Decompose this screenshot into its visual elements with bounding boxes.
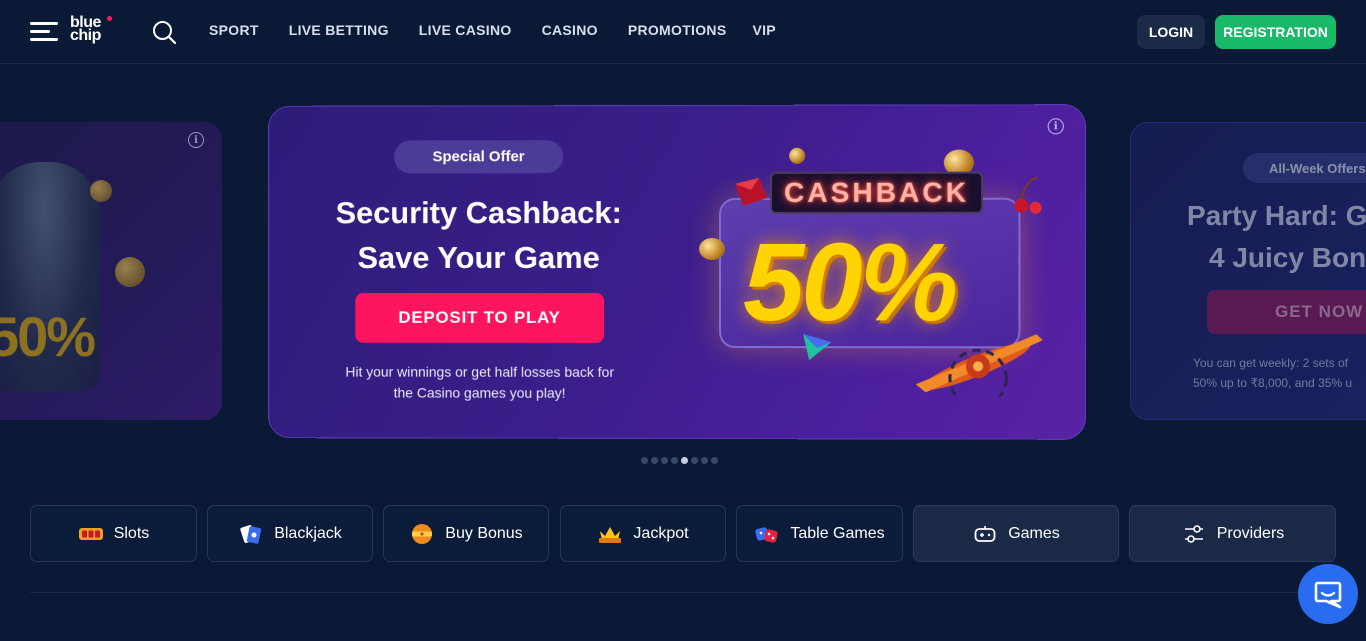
gem-icon [734,177,767,206]
coin-decoration [789,147,806,164]
coin-decoration [699,237,726,260]
registration-button[interactable]: REGISTRATION [1215,15,1336,49]
carousel-slide-next[interactable]: All-Week Offers Party Hard: G 4 Juicy Bo… [1130,122,1366,420]
cashback-percent: 50% [743,220,956,345]
info-icon[interactable]: i [188,132,204,148]
slide-title: Security Cashback: Save Your Game [309,190,649,280]
cherry-icon [1014,174,1042,214]
carousel-dot[interactable] [711,457,718,464]
category-label: Blackjack [274,524,342,542]
bluechip-logo[interactable]: blue chip [70,15,114,50]
dice-icon [754,521,780,547]
sliders-icon [1181,521,1207,547]
category-table-games[interactable]: Table Games [736,505,903,562]
carousel-dot[interactable] [701,457,708,464]
blackjack-cards-icon [238,521,264,547]
category-blackjack[interactable]: Blackjack [207,505,373,562]
next-slide-description-line2: 50% up to ₹8,000, and 35% u [1193,376,1353,390]
chat-bubble-icon [1314,581,1342,609]
live-chat-button[interactable] [1298,564,1358,624]
gamepad-icon [972,521,998,547]
section-divider [30,592,1336,593]
nav-sport[interactable]: SPORT [209,22,259,38]
carousel-dot[interactable] [691,457,698,464]
cashback-illustration: CASHBACK 50% [697,145,1069,416]
category-tabs: Slots Blackjack Buy Bonus Jackpot Table … [30,505,1336,562]
carousel-pagination [641,457,718,464]
slide-description: Hit your winnings or get half losses bac… [321,362,639,404]
deposit-to-play-button[interactable]: DEPOSIT TO PLAY [355,292,605,343]
get-now-button[interactable]: GET NOW [1207,290,1366,334]
category-label: Buy Bonus [445,524,523,542]
carousel-slide-prev[interactable]: 50% i [0,122,222,420]
category-games[interactable]: Games [913,505,1119,562]
nav-casino[interactable]: CASINO [542,22,598,38]
slide-title-line1: Security Cashback: [335,195,622,231]
all-week-offers-badge: All-Week Offers [1243,153,1366,183]
search-icon[interactable] [152,20,177,45]
main-nav: SPORT LIVE BETTING LIVE CASINO CASINO PR… [209,22,776,38]
nav-live-casino[interactable]: LIVE CASINO [419,22,512,38]
category-label: Slots [113,524,150,542]
slide-description-line1: Hit your winnings or get half losses bac… [345,363,615,380]
slots-icon [78,521,104,547]
logo-text-chip: chip [70,27,101,44]
buy-bonus-icon [409,521,435,547]
airplane-icon [915,334,1043,397]
category-providers[interactable]: Providers [1129,505,1336,562]
category-label: Providers [1216,524,1285,542]
cashback-neon-sign: CASHBACK [770,171,984,214]
carousel-dot[interactable] [641,457,648,464]
carousel-dot[interactable] [671,457,678,464]
next-slide-description: You can get weekly: 2 sets of 50% up to … [1193,353,1366,393]
coin-decoration [90,180,112,202]
category-slots[interactable]: Slots [30,505,197,562]
carousel-slide-current[interactable]: Special Offer Security Cashback: Save Yo… [268,104,1087,440]
carousel-dot[interactable] [651,457,658,464]
triangle-gem-icon [803,334,832,361]
jackpot-crown-icon [597,521,623,547]
slide-description-line2: the Casino games you play! [393,384,566,401]
info-icon[interactable]: i [1047,118,1064,135]
next-slide-description-line1: You can get weekly: 2 sets of [1193,356,1348,370]
next-slide-title-line1: Party Hard: G [1187,200,1366,231]
slide-title-line2: Save Your Game [357,240,600,275]
top-header: blue chip SPORT LIVE BETTING LIVE CASINO… [0,0,1366,64]
hamburger-menu-icon[interactable] [30,20,58,44]
nav-live-betting[interactable]: LIVE BETTING [289,22,389,38]
nav-promotions[interactable]: PROMOTIONS [628,22,727,38]
category-label: Games [1008,524,1060,542]
next-slide-title: Party Hard: G 4 Juicy Bon [1187,195,1366,279]
coin-decoration [115,257,145,287]
carousel-dot-active[interactable] [681,457,688,464]
category-label: Jackpot [633,524,689,542]
category-buy-bonus[interactable]: Buy Bonus [383,505,549,562]
category-label: Table Games [790,524,885,542]
logo-dot [107,16,112,21]
next-slide-title-line2: 4 Juicy Bon [1209,242,1366,273]
category-jackpot[interactable]: Jackpot [560,505,726,562]
nav-vip[interactable]: VIP [752,22,775,38]
special-offer-badge: Special Offer [394,140,564,174]
login-button[interactable]: LOGIN [1137,15,1205,49]
prev-slide-percent: 50% [0,305,96,368]
carousel-dot[interactable] [661,457,668,464]
